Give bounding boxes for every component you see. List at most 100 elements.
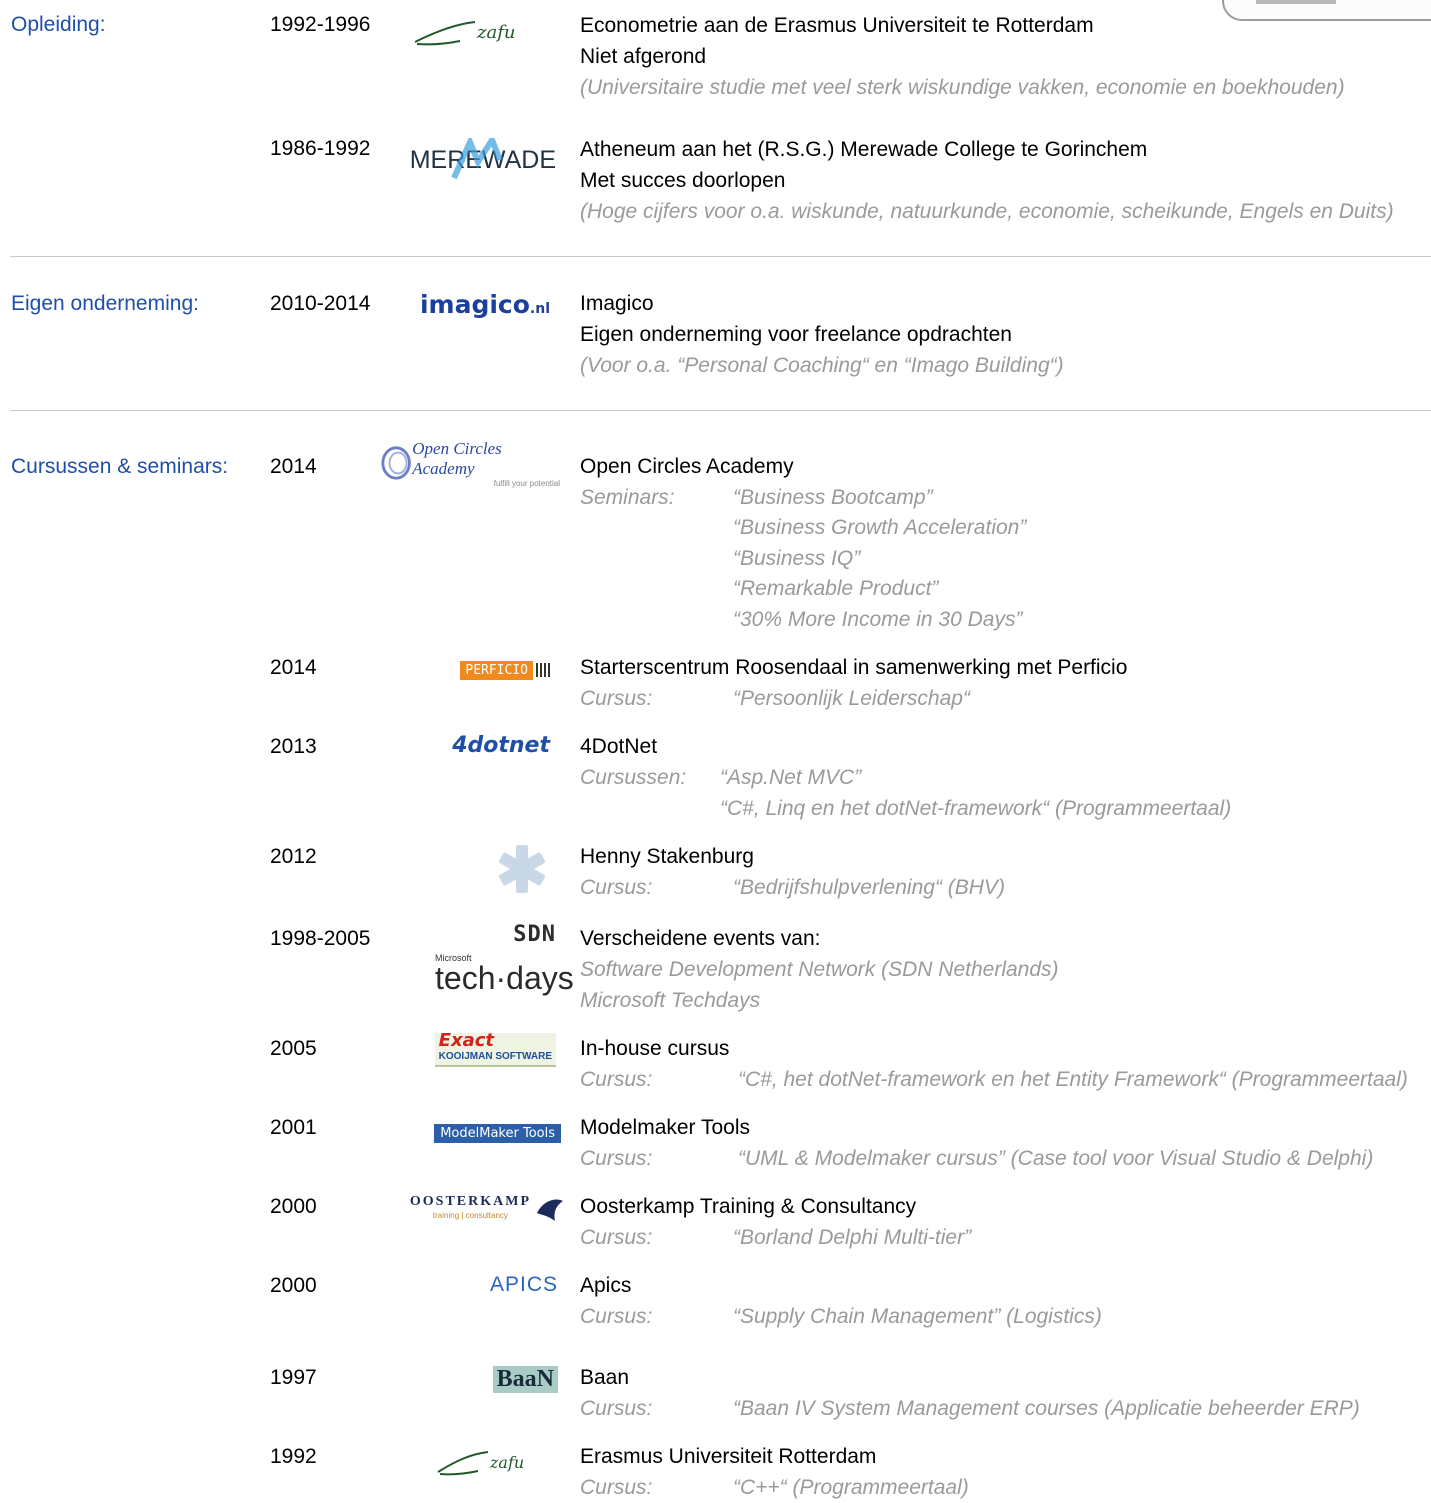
business-subtitle: Eigen onderneming voor freelance opdrach… [580, 323, 1012, 346]
erasmus-swoosh-icon: zafu [414, 21, 515, 46]
business-note: (Voor o.a. “Personal Coaching“ en “Imago… [580, 354, 1064, 377]
course-title: Starterscentrum Roosendaal in samenwerki… [580, 656, 1128, 679]
course-title: Erasmus Universiteit Rotterdam [580, 1445, 877, 1468]
star-of-life-icon [498, 845, 546, 893]
course-year: 2014 [270, 455, 317, 478]
sdn-logo-text: SDN [513, 921, 556, 947]
course-item: “Bedrijfshulpverlening“ (BHV) [733, 876, 1005, 899]
course-item: “Borland Delphi Multi-tier” [733, 1226, 972, 1249]
svg-text:zafu: zafu [476, 22, 515, 43]
course-kind: Cursus: [580, 1226, 653, 1249]
erasmus-swoosh-icon: zafu [437, 1451, 524, 1476]
exact-logo-sub: KOOIJMAN SOFTWARE [438, 1051, 552, 1062]
perficio-logo-text: PERFICIO [460, 660, 533, 680]
course-title: Apics [580, 1274, 632, 1297]
education-note: (Universitaire studie met veel sterk wis… [580, 76, 1345, 99]
course-item: “Supply Chain Management” (Logistics) [733, 1305, 1102, 1328]
section-label-education: Opleiding: [11, 13, 106, 36]
course-year: 2001 [270, 1116, 317, 1139]
open-circles-logo-text: Open Circles Academy [412, 438, 502, 478]
apics-logo: APICS [460, 1270, 558, 1300]
education-title: Atheneum aan het (R.S.G.) Merewade Colle… [580, 138, 1148, 161]
course-year: 2014 [270, 656, 317, 679]
course-title: Verscheidene events van: [580, 927, 821, 950]
oosterkamp-logo: OOSTERKAMP training | consultancy [405, 1193, 565, 1225]
course-item: “Business IQ” [733, 547, 861, 570]
course-kind: Cursus: [580, 876, 653, 899]
baan-logo-text: BaaN [492, 1365, 558, 1393]
course-title: Henny Stakenburg [580, 845, 754, 868]
course-year: 2000 [270, 1195, 317, 1218]
course-item: “UML & Modelmaker cursus” (Case tool voo… [738, 1147, 1374, 1170]
decorative-bar [1256, 0, 1336, 4]
course-kind: Cursus: [580, 1476, 653, 1499]
course-item: “Business Bootcamp” [733, 486, 933, 509]
section-label-own-business: Eigen onderneming: [11, 292, 199, 315]
grid-icon [536, 663, 550, 677]
oosterkamp-tagline: training | consultancy [432, 1211, 508, 1220]
open-circles-ring-icon [381, 446, 411, 480]
exact-logo-text: Exact [438, 1030, 494, 1051]
course-item: “Baan IV System Management courses (Appl… [733, 1397, 1360, 1420]
course-title: Open Circles Academy [580, 455, 794, 478]
course-kind: Cursus: [580, 687, 653, 710]
imagico-logo: imagico.nl [400, 288, 550, 320]
course-item: “C#, het dotNet-framework en het Entity … [738, 1068, 1408, 1091]
erasmus-logo: zafu [420, 1442, 560, 1482]
education-status: Met succes doorlopen [580, 169, 786, 192]
techdays-logo: Microsoft tech·days [435, 953, 574, 996]
merewade-mark-icon [451, 138, 503, 180]
course-title: Oosterkamp Training & Consultancy [580, 1195, 917, 1218]
course-year: 1998-2005 [270, 927, 371, 950]
business-years: 2010-2014 [270, 292, 371, 315]
section-divider [10, 256, 1431, 257]
exact-logo-box: Exact KOOIJMAN SOFTWARE [434, 1030, 556, 1067]
baan-logo: BaaN [460, 1360, 558, 1398]
bhv-logo [488, 840, 550, 898]
course-title: Modelmaker Tools [580, 1116, 751, 1139]
education-years: 1992-1996 [270, 13, 371, 36]
course-title: 4DotNet [580, 735, 658, 758]
course-year: 2012 [270, 845, 317, 868]
4dotnet-logo-text: 4dotnet [452, 732, 550, 758]
sdn-logo: SDN [440, 921, 556, 947]
course-line: Microsoft Techdays [580, 989, 761, 1012]
business-title: Imagico [580, 292, 654, 315]
apics-logo-text: APICS [489, 1273, 558, 1296]
course-kind: Cursus: [580, 1305, 653, 1328]
open-circles-tagline: fulfill your potential [493, 478, 560, 488]
bird-icon [537, 1199, 563, 1221]
course-line: Software Development Network (SDN Nether… [580, 958, 1059, 981]
education-years: 1986-1992 [270, 137, 371, 160]
section-divider [10, 410, 1431, 411]
erasmus-logo: zafu [395, 12, 555, 52]
course-kind: Cursussen: [580, 766, 687, 789]
imagico-logo-text: imagico.nl [419, 289, 550, 319]
education-title: Econometrie aan de Erasmus Universiteit … [580, 14, 1094, 37]
education-note: (Hoge cijfers voor o.a. wiskunde, natuur… [580, 200, 1394, 223]
course-item: “Remarkable Product” [733, 577, 939, 600]
course-kind: Cursus: [580, 1068, 653, 1091]
merewade-logo: MEREWADE [400, 138, 556, 180]
svg-text:zafu: zafu [489, 1453, 524, 1472]
course-title: In-house cursus [580, 1037, 730, 1060]
course-kind: Seminars: [580, 486, 675, 509]
course-item: “Business Growth Acceleration” [733, 516, 1027, 539]
course-title: Baan [580, 1366, 630, 1389]
oosterkamp-logo-text: OOSTERKAMP [409, 1194, 531, 1209]
techdays-logo-text: tech·days [435, 960, 574, 996]
4dotnet-logo: 4dotnet [420, 730, 550, 760]
education-status: Niet afgerond [580, 45, 707, 68]
course-year: 2013 [270, 735, 317, 758]
course-year: 2005 [270, 1037, 317, 1060]
modelmaker-logo: ModelMaker Tools [395, 1122, 561, 1144]
modelmaker-logo-text: ModelMaker Tools [434, 1123, 561, 1143]
exact-logo: Exact KOOIJMAN SOFTWARE [420, 1030, 556, 1070]
course-item: “Persoonlijk Leiderschap“ [733, 687, 970, 710]
perficio-logo: PERFICIO [420, 658, 550, 682]
course-year: 1992 [270, 1445, 317, 1468]
course-kind: Cursus: [580, 1147, 653, 1170]
course-item: “C#, Linq en het dotNet-framework“ (Prog… [720, 797, 1232, 820]
course-year: 2000 [270, 1274, 317, 1297]
course-item: “30% More Income in 30 Days” [733, 608, 1023, 631]
